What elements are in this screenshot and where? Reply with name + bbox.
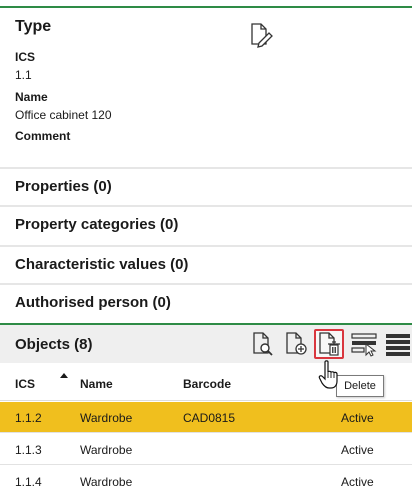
cell-ics: 1.1.3 bbox=[15, 443, 42, 457]
hand-pointer-cursor-icon bbox=[318, 360, 342, 390]
name-label: Name bbox=[15, 90, 48, 104]
column-header-name[interactable]: Name bbox=[80, 377, 113, 391]
select-list-icon[interactable] bbox=[349, 329, 379, 359]
document-search-icon[interactable] bbox=[248, 329, 278, 359]
menu-lines-icon[interactable] bbox=[383, 329, 413, 359]
table-row[interactable]: 1.1.3 Wardrobe Active bbox=[0, 434, 412, 465]
cell-status: Active bbox=[341, 475, 374, 489]
objects-title: Objects (8) bbox=[15, 336, 93, 353]
cell-ics: 1.1.4 bbox=[15, 475, 42, 489]
cell-name: Wardrobe bbox=[80, 443, 133, 457]
section-properties-label: Properties (0) bbox=[15, 178, 112, 195]
comment-label: Comment bbox=[15, 129, 71, 143]
document-add-icon[interactable] bbox=[281, 329, 311, 359]
type-panel: Type ICS 1.1 Name Office cabinet 120 Com… bbox=[0, 8, 412, 168]
table-row[interactable]: 1.1.2 Wardrobe CAD0815 Active bbox=[0, 402, 412, 433]
section-authorised-person-label: Authorised person (0) bbox=[15, 294, 171, 311]
cell-name: Wardrobe bbox=[80, 475, 133, 489]
ics-label: ICS bbox=[15, 50, 36, 64]
section-properties[interactable]: Properties (0) bbox=[0, 169, 412, 205]
name-value: Office cabinet 120 bbox=[15, 108, 112, 122]
ics-value: 1.1 bbox=[15, 68, 32, 82]
column-header-barcode[interactable]: Barcode bbox=[183, 377, 231, 391]
cell-name: Wardrobe bbox=[80, 411, 133, 425]
section-characteristic-values[interactable]: Characteristic values (0) bbox=[0, 247, 412, 283]
section-property-categories-label: Property categories (0) bbox=[15, 216, 179, 233]
section-authorised-person[interactable]: Authorised person (0) bbox=[0, 285, 412, 321]
cell-ics: 1.1.2 bbox=[15, 411, 42, 425]
section-property-categories[interactable]: Property categories (0) bbox=[0, 207, 412, 243]
table-row[interactable]: 1.1.4 Wardrobe Active bbox=[0, 466, 412, 496]
delete-tooltip: Delete bbox=[336, 375, 384, 397]
column-header-ics[interactable]: ICS bbox=[15, 377, 35, 391]
section-characteristic-values-label: Characteristic values (0) bbox=[15, 256, 189, 273]
type-title: Type bbox=[15, 18, 52, 35]
sort-ascending-icon bbox=[60, 373, 68, 378]
objects-header: Objects (8) bbox=[0, 325, 412, 363]
cell-status: Active bbox=[341, 411, 374, 425]
cell-status: Active bbox=[341, 443, 374, 457]
edit-document-icon[interactable] bbox=[248, 22, 274, 48]
cell-barcode: CAD0815 bbox=[183, 411, 236, 425]
document-delete-icon[interactable] bbox=[314, 329, 344, 359]
